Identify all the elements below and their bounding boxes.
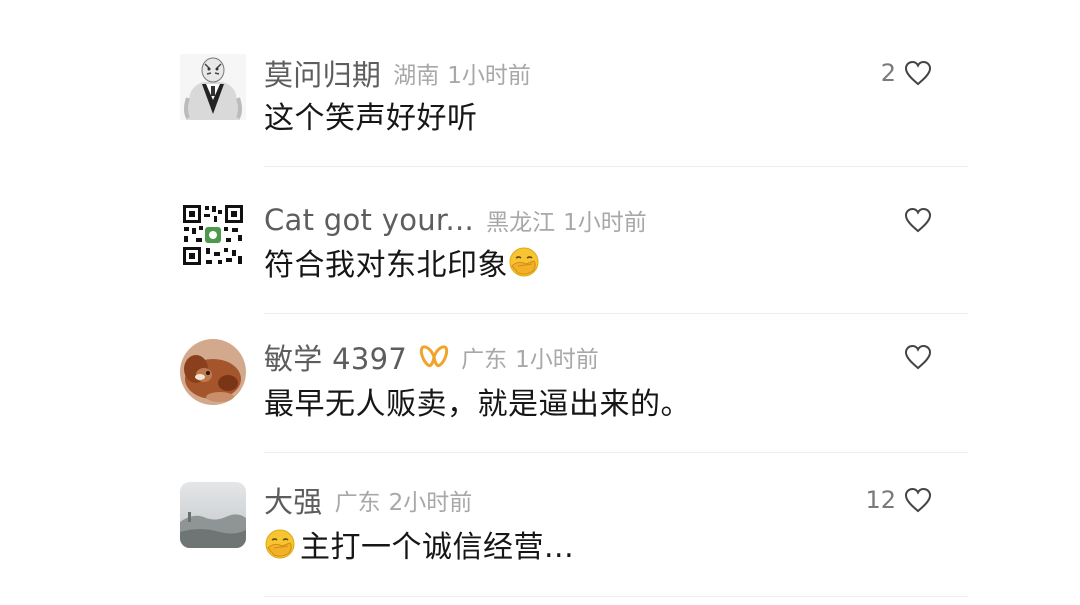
avatar[interactable] — [180, 482, 246, 548]
heart-icon — [904, 487, 932, 513]
comment-body: 主打一个诚信经营... — [300, 530, 575, 565]
puppy-avatar-icon — [180, 339, 246, 405]
location: 广东 — [334, 490, 381, 516]
comment-text: 这个笑声好好听 — [264, 95, 478, 136]
like-count: 12 — [865, 486, 896, 514]
divider — [264, 313, 968, 314]
like-button[interactable]: 12 — [865, 480, 932, 520]
facepalm-emoji-icon — [265, 529, 295, 559]
avatar[interactable] — [180, 202, 246, 268]
timestamp: 1小时前 — [515, 347, 599, 373]
comment-body: 符合我对东北印象 — [264, 248, 508, 283]
timestamp: 1小时前 — [447, 63, 531, 89]
heart-icon — [904, 60, 932, 86]
qr-code-avatar-icon — [180, 202, 246, 268]
comment-body: 这个笑声好好听 — [264, 101, 478, 136]
comment-list: 莫问归期 湖南 1小时前 这个笑声好好听 2 Cat got your... 黑… — [0, 0, 1080, 605]
location: 黑龙江 — [486, 210, 556, 236]
location: 湖南 — [393, 63, 440, 89]
divider — [264, 166, 968, 167]
username[interactable]: 敏学 4397 — [264, 336, 407, 378]
like-button[interactable] — [896, 200, 932, 240]
comment-text: 最早无人贩卖，就是逼出来的。 — [264, 381, 691, 422]
comment-text: 符合我对东北印象 — [264, 242, 540, 283]
heart-icon — [904, 207, 932, 233]
tiger-suit-avatar-icon — [180, 54, 246, 120]
comment-meta: 敏学 4397 广东 1小时前 — [264, 337, 599, 377]
facepalm-emoji-icon — [509, 247, 539, 277]
divider — [264, 452, 968, 453]
username[interactable]: 大强 — [264, 479, 323, 521]
location: 广东 — [461, 347, 508, 373]
like-button[interactable] — [896, 337, 932, 377]
comment-text: 主打一个诚信经营... — [264, 524, 575, 565]
comment-meta: 大强 广东 2小时前 — [264, 480, 472, 520]
divider — [264, 596, 968, 597]
avatar[interactable] — [180, 339, 246, 405]
heart-icon — [904, 344, 932, 370]
username[interactable]: 莫问归期 — [264, 52, 381, 94]
comment-meta: Cat got your... 黑龙江 1小时前 — [264, 200, 647, 240]
username[interactable]: Cat got your... — [264, 203, 474, 237]
avatar[interactable] — [180, 54, 246, 120]
timestamp: 1小时前 — [563, 210, 647, 236]
comment-meta: 莫问归期 湖南 1小时前 — [264, 53, 531, 93]
comment-body: 最早无人贩卖，就是逼出来的。 — [264, 387, 691, 422]
like-button[interactable]: 2 — [881, 53, 932, 93]
butterfly-badge-icon — [420, 345, 449, 367]
timestamp: 2小时前 — [388, 490, 473, 516]
like-count: 2 — [880, 59, 896, 87]
foggy-landscape-avatar-icon — [180, 482, 246, 548]
